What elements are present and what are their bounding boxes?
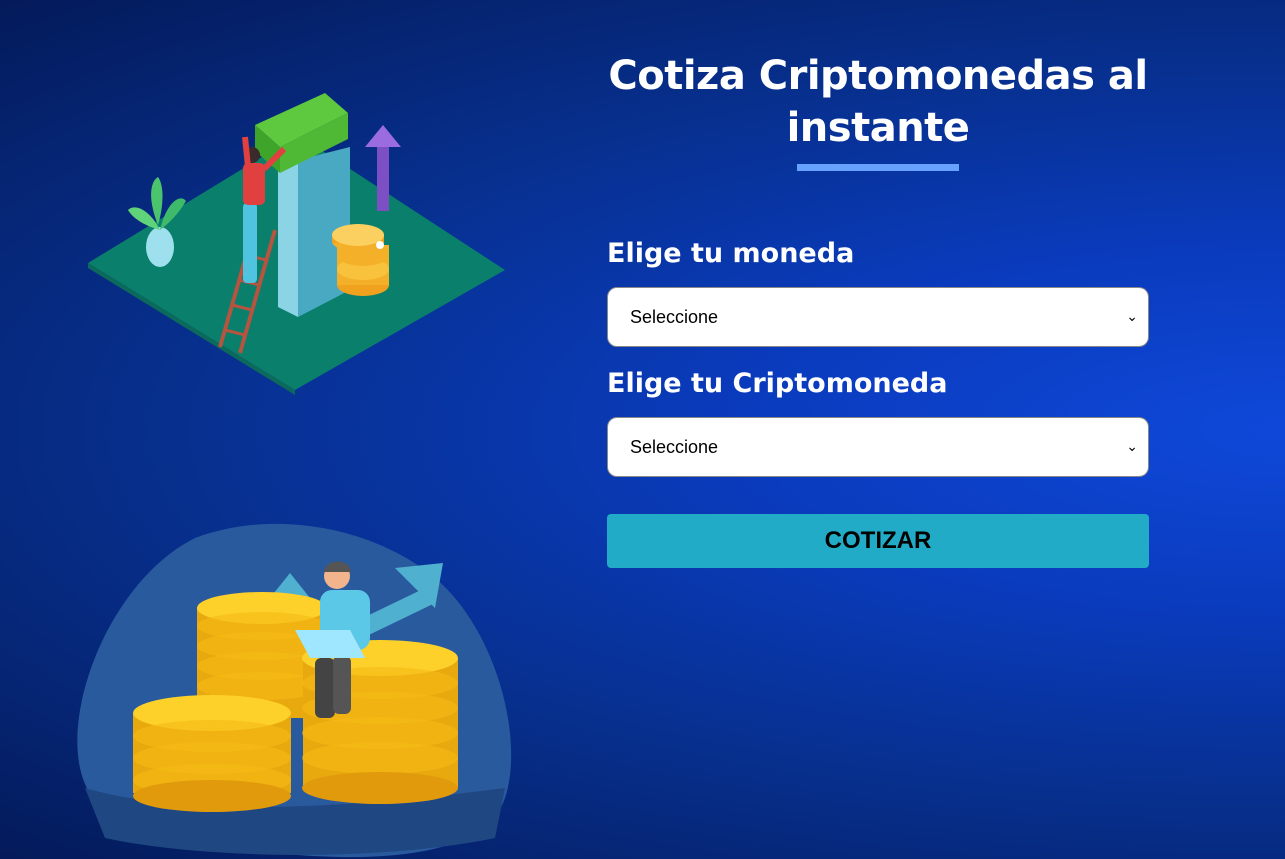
- money-growth-illustration: [88, 93, 505, 395]
- currency-select[interactable]: Seleccione ⌄: [607, 287, 1149, 347]
- quote-form-panel: Cotiza Criptomonedas al instante Elige t…: [607, 0, 1149, 568]
- cotizar-button[interactable]: COTIZAR: [607, 514, 1149, 568]
- chevron-down-icon: ⌄: [1126, 439, 1138, 455]
- page-title: Cotiza Criptomonedas al instante: [608, 53, 1148, 151]
- chevron-down-icon: ⌄: [1126, 309, 1138, 325]
- currency-label: Elige tu moneda: [607, 238, 855, 269]
- crypto-select[interactable]: Seleccione ⌄: [607, 417, 1149, 477]
- currency-select-value: Seleccione: [630, 306, 719, 327]
- crypto-label: Elige tu Criptomoneda: [607, 368, 948, 399]
- coin-stacks-illustration: [77, 523, 512, 858]
- illustration-column: [0, 0, 590, 859]
- crypto-select-value: Seleccione: [630, 436, 719, 457]
- title-underline: [797, 164, 959, 171]
